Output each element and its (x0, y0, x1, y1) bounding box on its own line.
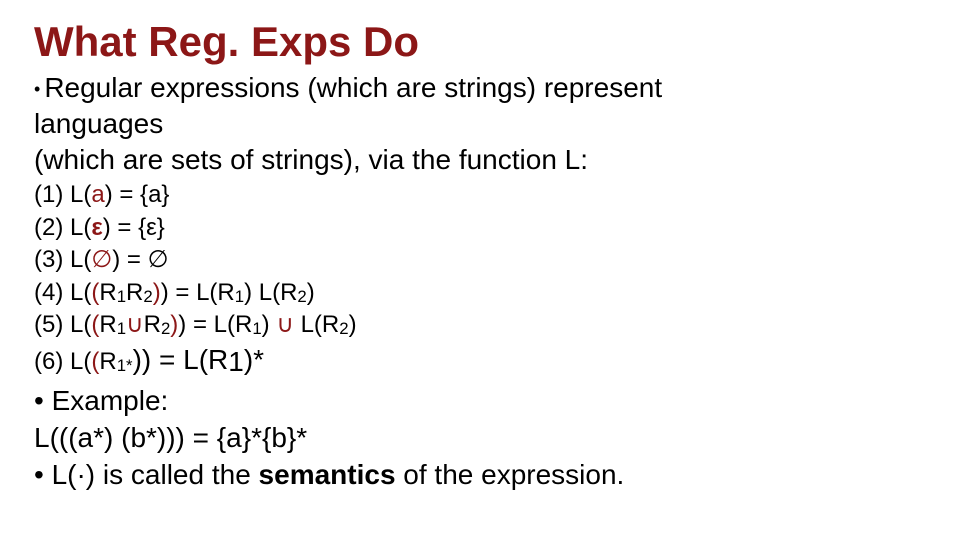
slide: What Reg. Exps Do •Regular expressions (… (0, 0, 960, 494)
rule-6: (6) L((R1*)) = L(R1)* (34, 341, 926, 381)
semantics-bold: semantics (259, 459, 404, 490)
rule-3: (3) L(∅) = ∅ (34, 244, 926, 276)
rule-2-post: ) = {ε} (103, 214, 165, 241)
rule-5-cup1: ∪ (126, 311, 144, 338)
example-body: L(((a*) (b*))) = {a}*{b}* (34, 420, 926, 457)
rule-1-post: ) = {a} (105, 181, 170, 208)
rule-3-post: ) = ∅ (112, 246, 168, 273)
slide-title: What Reg. Exps Do (34, 18, 926, 66)
rule-4-s2: 2 (143, 287, 152, 306)
semantics-line: • L(·) is called the semantics of the ex… (34, 457, 926, 494)
rule-2-symbol: ε (91, 214, 102, 241)
rule-5-d: ) = L(R (178, 311, 252, 338)
rule-4-e: ) L(R (244, 279, 297, 306)
rule-4-f: ) (307, 279, 315, 306)
rule-5-cup2: ∪ (276, 311, 294, 338)
rule-5: (5) L((R1∪R2)) = L(R1) ∪ L(R2) (34, 309, 926, 341)
rule-3-symbol: ∅ (91, 246, 112, 273)
rule-5-s2: 2 (161, 319, 170, 338)
semantics-post: of the expression. (403, 459, 624, 490)
lead-line-3: (which are sets of strings), via the fun… (34, 142, 926, 178)
rule-5-e: ) (262, 311, 277, 338)
lead-text-1: Regular expressions (which are strings) … (44, 72, 662, 103)
rule-6-a: (6) L( (34, 348, 91, 375)
rule-6-s2: 1 (228, 346, 244, 377)
rule-6-b: R (99, 348, 116, 375)
rule-4-d: ) = L(R (161, 279, 235, 306)
rule-5-s1: 1 (117, 319, 126, 338)
rule-5-a: (5) L( (34, 311, 91, 338)
rule-6-s1: 1* (117, 356, 133, 375)
example-label: • Example: (34, 383, 926, 420)
rule-4-s3: 1 (235, 287, 244, 306)
rule-3-pre: (3) L( (34, 246, 91, 273)
lead-paragraph: •Regular expressions (which are strings)… (34, 70, 926, 177)
bullet-icon: • (34, 79, 40, 99)
rule-2: (2) L(ε) = {ε} (34, 212, 926, 244)
rule-4-b: R (99, 279, 116, 306)
rule-5-s4: 2 (339, 319, 348, 338)
rule-1-symbol: a (91, 181, 104, 208)
lead-line-1: •Regular expressions (which are strings)… (34, 70, 926, 106)
rule-4-close: ) (153, 279, 161, 306)
rule-6-c: )) = L(R (133, 344, 229, 375)
rule-5-s3: 1 (252, 319, 261, 338)
rule-4-s1: 1 (117, 287, 126, 306)
rule-1-pre: (1) L( (34, 181, 91, 208)
rule-5-b: R (99, 311, 116, 338)
rules-list: (1) L(a) = {a} (2) L(ε) = {ε} (3) L(∅) =… (34, 179, 926, 381)
rule-2-pre: (2) L( (34, 214, 91, 241)
rule-4: (4) L((R1R2)) = L(R1) L(R2) (34, 277, 926, 309)
rule-4-c: R (126, 279, 143, 306)
rule-6-d: )* (244, 344, 264, 375)
rule-5-c: R (144, 311, 161, 338)
rule-5-f: L(R (294, 311, 339, 338)
footer-block: • Example: L(((a*) (b*))) = {a}*{b}* • L… (34, 383, 926, 494)
semantics-pre: • L(·) is called the (34, 459, 259, 490)
lead-line-2: languages (34, 106, 926, 142)
rule-4-a: (4) L( (34, 279, 91, 306)
rule-4-s4: 2 (297, 287, 306, 306)
rule-1: (1) L(a) = {a} (34, 179, 926, 211)
rule-5-g: ) (349, 311, 357, 338)
